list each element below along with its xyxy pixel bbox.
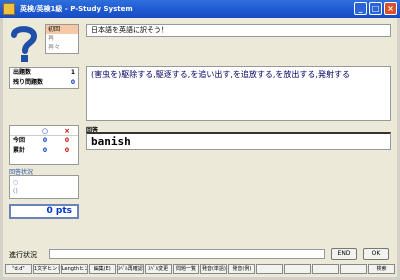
score-row-total: 累計 0 0 — [13, 147, 70, 154]
score-header: ○ × — [10, 126, 78, 136]
correct-header: ○ — [41, 127, 49, 135]
toolbar-button-7[interactable]: 問題一覧 — [172, 264, 200, 274]
condition-list[interactable]: 初回 再 再々 — [45, 24, 79, 54]
toolbar-button-5[interactable]: ｽﾍﾟﾙ再確認 — [116, 264, 144, 274]
score-table: ○ × 今回 0 0 累計 0 0 — [9, 125, 79, 165]
toolbar-button-10[interactable] — [256, 264, 284, 274]
condition-item-retry2[interactable]: 再々 — [46, 43, 78, 52]
condition-item-retry[interactable]: 再 — [46, 34, 78, 43]
stat-row-remaining: 残り問題数 0 — [13, 79, 75, 86]
answer-status-line: ○ — [13, 179, 19, 186]
main-client-area: 初回 再 再々 出題数 1 残り問題数 0 ○ × 今回 0 0 累計 0 0 … — [3, 18, 397, 277]
toolbar-button-14[interactable]: 検索 — [367, 264, 395, 274]
window-controls: _ □ × — [354, 2, 397, 15]
title-bar: 英検/英検1級 - P-Study System _ □ × — [0, 0, 400, 18]
function-toolbar: "d.d" 1文字ヒント Lengthヒント 編集(E) ｽﾍﾟﾙ再確認 ｽﾍﾟ… — [5, 264, 395, 274]
question-mark-icon — [11, 26, 38, 62]
toolbar-button-9[interactable]: 発音(例) — [228, 264, 256, 274]
toolbar-button-2[interactable]: 1文字ヒント — [32, 264, 60, 274]
instruction-text: 日本語を英語に訳そう！ — [86, 24, 391, 37]
toolbar-button-13[interactable] — [340, 264, 367, 274]
app-icon — [3, 3, 15, 15]
toolbar-button-11[interactable] — [284, 264, 312, 274]
question-text: (害虫を)駆除する,駆逐する,を追い出す,を追放する,を放出する,発射する — [86, 66, 391, 121]
toolbar-button-6[interactable]: ｽﾍﾟﾙ変更 — [144, 264, 172, 274]
condition-item-first[interactable]: 初回 — [46, 25, 78, 34]
score-row-current: 今回 0 0 — [13, 137, 70, 144]
progress-bar — [49, 249, 325, 259]
points-display: 0 pts — [9, 204, 79, 219]
wrong-header: × — [64, 127, 70, 135]
toolbar-button-4[interactable]: 編集(E) — [88, 264, 116, 274]
toolbar-button-3[interactable]: Lengthヒント — [60, 264, 88, 274]
answer-status-line: () — [13, 188, 18, 195]
toolbar-button-8[interactable]: 発音(単語) — [200, 264, 228, 274]
stats-box: 出題数 1 残り問題数 0 — [9, 67, 79, 89]
toolbar-button-1[interactable]: "d.d" — [5, 264, 32, 274]
end-button[interactable]: END — [331, 248, 357, 260]
answer-input[interactable]: banish — [86, 132, 391, 150]
answer-status-box: ○ () — [9, 175, 79, 199]
stat-row-questions: 出題数 1 — [13, 69, 75, 76]
progress-label: 進行状況 — [9, 251, 37, 259]
maximize-button[interactable]: □ — [369, 2, 382, 15]
ok-button[interactable]: OK — [363, 248, 389, 260]
toolbar-button-12[interactable] — [312, 264, 340, 274]
close-button[interactable]: × — [384, 2, 397, 15]
window-title: 英検/英検1級 - P-Study System — [20, 5, 133, 13]
minimize-button[interactable]: _ — [354, 2, 367, 15]
